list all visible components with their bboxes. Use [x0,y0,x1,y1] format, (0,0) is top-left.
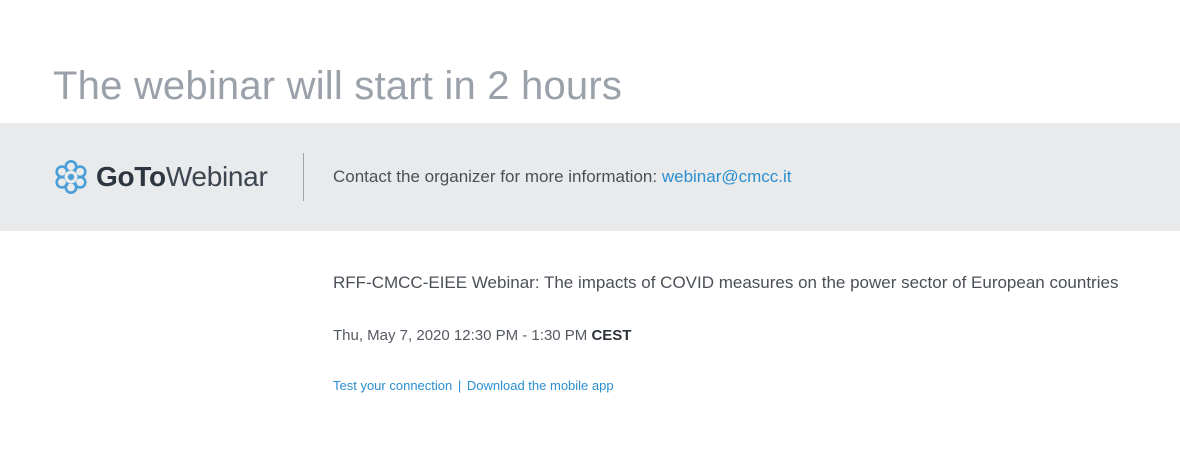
brand-name-regular: Webinar [165,161,268,192]
page-headline: The webinar will start in 2 hours [53,64,623,108]
download-mobile-app-link[interactable]: Download the mobile app [467,378,614,393]
event-title: RFF-CMCC-EIEE Webinar: The impacts of CO… [333,273,1119,292]
link-separator: | [457,378,462,393]
contact-text: Contact the organizer for more informati… [333,167,658,186]
event-timezone: CEST [591,327,632,344]
gotowebinar-logo: GoToWebinar [53,158,268,196]
organizer-contact: Contact the organizer for more informati… [333,167,792,187]
event-details: RFF-CMCC-EIEE Webinar: The impacts of CO… [333,272,1118,395]
event-datetime: Thu, May 7, 2020 12:30 PM - 1:30 PM CEST [333,326,1118,346]
organizer-email-link[interactable]: webinar@cmcc.it [662,167,792,186]
test-connection-link[interactable]: Test your connection [333,378,452,393]
brand-name: GoToWebinar [96,161,268,193]
banner-divider [303,153,304,201]
brand-name-bold: GoTo [96,161,166,192]
helper-links: Test your connection | Download the mobi… [333,377,1118,395]
event-date-range: Thu, May 7, 2020 12:30 PM - 1:30 PM [333,327,588,344]
organizer-banner: GoToWebinar Contact the organizer for mo… [0,123,1180,231]
gotowebinar-flower-logo-icon [53,159,89,195]
